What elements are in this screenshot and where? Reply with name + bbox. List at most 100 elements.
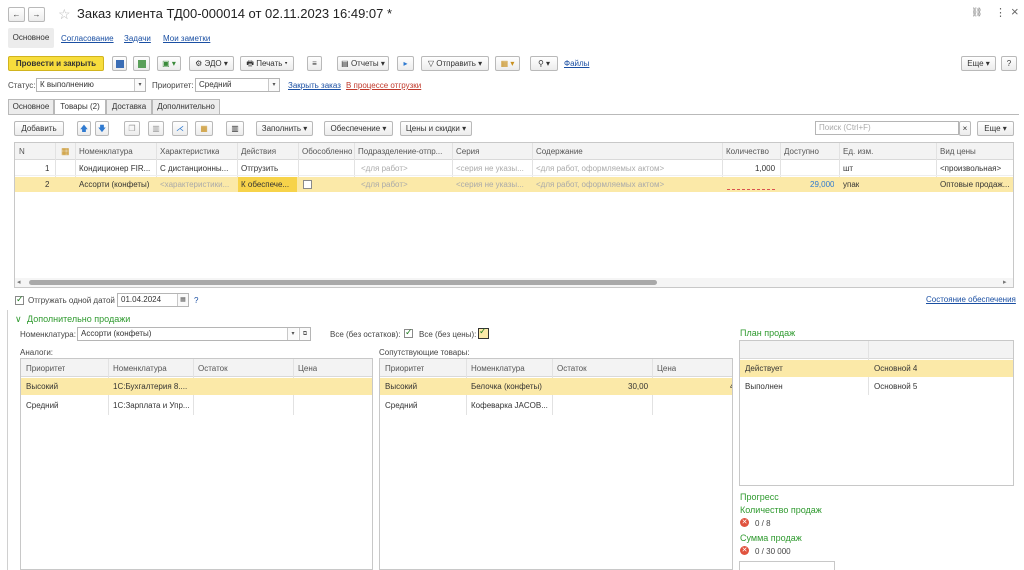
copy-button[interactable]: ❐: [124, 121, 140, 136]
sales-plan-title: План продаж: [740, 328, 796, 338]
provision-button[interactable]: Обеспечение ▾: [324, 121, 393, 136]
tasks-button[interactable]: ▦ ▾: [495, 56, 520, 71]
arrow-down-icon: 🡇: [97, 124, 107, 133]
col-action: Действия: [241, 147, 277, 156]
sales-sum-field-edge: [739, 561, 835, 570]
attach-button[interactable]: ⚲ ▾: [530, 56, 558, 71]
table-row[interactable]: Средний 1С:Зарплата и Упр...: [21, 397, 372, 414]
scrollbar-thumb[interactable]: [29, 280, 657, 285]
split-button[interactable]: ⋌: [172, 121, 188, 136]
fill-button[interactable]: Заполнить ▾: [256, 121, 313, 136]
horizontal-scrollbar[interactable]: ◂ ▸: [15, 278, 1013, 287]
table-row[interactable]: 1 Кондиционер FIR... С дистанционны... О…: [15, 161, 1013, 176]
journal-button[interactable]: ≡: [307, 56, 322, 71]
tab-main[interactable]: Основное: [8, 99, 54, 114]
related-header: [380, 359, 732, 377]
save-button[interactable]: [112, 56, 127, 71]
post-and-close-button[interactable]: Провести и закрыть: [8, 56, 104, 71]
row-action-cell[interactable]: К обеспече...: [238, 177, 297, 192]
barcode-icon: ▥: [231, 124, 239, 133]
col-stock: Остаток: [557, 364, 587, 373]
chevron-down-icon[interactable]: ▾: [268, 79, 279, 91]
forward-button[interactable]: →: [28, 7, 45, 22]
move-down-button[interactable]: 🡇: [95, 121, 109, 136]
nav-main[interactable]: Основное: [8, 28, 54, 48]
col-dept: Подразделение-отпр...: [358, 147, 443, 156]
ship-date-input[interactable]: 01.04.2024 ▦: [117, 293, 189, 307]
ship-help-link[interactable]: ?: [194, 296, 198, 305]
back-button[interactable]: ←: [8, 7, 25, 22]
chevron-down-icon[interactable]: ▾: [287, 328, 298, 340]
row-item: 1С:Зарплата и Упр...: [113, 401, 190, 410]
chevron-down-icon[interactable]: ▾: [134, 79, 145, 91]
add-button[interactable]: Добавить: [14, 121, 64, 136]
nav-tasks[interactable]: Задачи: [124, 34, 151, 43]
extra-item-input[interactable]: Ассорти (конфеты) ▾ ⧉: [77, 327, 311, 341]
close-order-link[interactable]: Закрыть заказ: [288, 81, 341, 90]
prices-button[interactable]: Цены и скидки ▾: [400, 121, 472, 136]
table-row[interactable]: Высокий Белочка (конфеты) 30,00 4: [380, 378, 732, 395]
all-no-price-checkbox[interactable]: [478, 326, 489, 339]
goods-more-button[interactable]: Еще ▾: [977, 121, 1014, 136]
row-priority: Средний: [26, 401, 59, 410]
paste-button[interactable]: ▥: [148, 121, 164, 136]
nav-approval[interactable]: Согласование: [61, 34, 114, 43]
status-label: Статус:: [8, 81, 36, 90]
all-no-stock-checkbox[interactable]: [404, 327, 413, 338]
save-icon: [115, 60, 124, 68]
send-button[interactable]: ▽ Отправить ▾: [421, 56, 489, 71]
qty-error-icon: ✕: [740, 518, 749, 527]
move-up-button[interactable]: 🡅: [77, 121, 91, 136]
col-priority: Приоритет: [385, 364, 425, 373]
all-no-price-label: Все (без цены):: [419, 330, 477, 339]
col-item: Номенклатура: [471, 364, 525, 373]
table-row[interactable]: Выполнен Основной 5: [740, 378, 1013, 395]
clear-search-button[interactable]: ×: [959, 121, 971, 136]
create-based-button[interactable]: ▣ ▾: [157, 56, 181, 71]
link-icon[interactable]: ⛓: [971, 7, 982, 18]
more-button[interactable]: Еще ▾: [961, 56, 996, 71]
reports-button[interactable]: ▤ Отчеты ▾: [337, 56, 389, 71]
more-menu-icon[interactable]: ⋮: [995, 6, 1006, 19]
print-button[interactable]: 🖶 Печать ▾: [240, 56, 294, 71]
pick-icon: ▦: [200, 124, 208, 133]
calendar-icon[interactable]: ▦: [177, 294, 188, 306]
row-item: Кондиционер FIR...: [79, 164, 151, 173]
files-link[interactable]: Файлы: [564, 59, 589, 68]
col-char: Характеристика: [160, 147, 220, 156]
extra-sales-chevron-icon[interactable]: ∨: [15, 314, 22, 325]
table-row[interactable]: 2 Ассорти (конфеты) <характеристики... К…: [15, 177, 1013, 192]
in-shipping-link[interactable]: В процессе отгрузки: [346, 81, 421, 90]
table-row[interactable]: Действует Основной 4: [740, 360, 1013, 377]
edo-button[interactable]: ⚙ ЭДО ▾: [189, 56, 234, 71]
scroll-left-icon[interactable]: ◂: [17, 278, 21, 286]
extra-sales-title[interactable]: Дополнительно продажи: [27, 314, 130, 324]
ship-one-date-checkbox[interactable]: [15, 294, 24, 305]
close-icon[interactable]: ×: [1011, 4, 1019, 19]
tab-goods[interactable]: Товары (2): [54, 99, 106, 115]
tab-additional[interactable]: Дополнительно: [152, 99, 220, 114]
sales-qty-value: 0 / 8: [755, 519, 771, 528]
help-button[interactable]: ?: [1001, 56, 1017, 71]
favorite-star-icon[interactable]: ☆: [58, 6, 71, 23]
table-row[interactable]: Средний Кофеварка JACOB...: [380, 397, 732, 414]
scroll-right-icon[interactable]: ▸: [1003, 278, 1007, 286]
flag-button[interactable]: ▸: [397, 56, 414, 71]
sales-sum-title: Сумма продаж: [740, 533, 802, 543]
table-row[interactable]: Высокий 1С:Бухгалтерия 8....: [21, 378, 372, 395]
search-input[interactable]: Поиск (Ctrl+F): [815, 121, 959, 135]
tab-delivery[interactable]: Доставка: [106, 99, 152, 114]
barcode-button[interactable]: ▥: [226, 121, 244, 136]
separate-checkbox[interactable]: [303, 180, 312, 189]
nav-notes[interactable]: Мои заметки: [163, 34, 210, 43]
col-price: Цена: [298, 364, 318, 373]
open-icon[interactable]: ⧉: [299, 328, 310, 340]
tab-content-border: [8, 114, 1019, 115]
pick-button[interactable]: ▦: [195, 121, 213, 136]
row-char: <характеристики...: [160, 180, 230, 189]
post-button[interactable]: [133, 56, 150, 71]
status-select[interactable]: К выполнению ▾: [36, 78, 146, 92]
priority-select[interactable]: Средний ▾: [195, 78, 280, 92]
window-title: Заказ клиента ТД00-000014 от 02.11.2023 …: [77, 6, 393, 21]
provision-status-link[interactable]: Состояние обеспечения: [926, 295, 1016, 304]
